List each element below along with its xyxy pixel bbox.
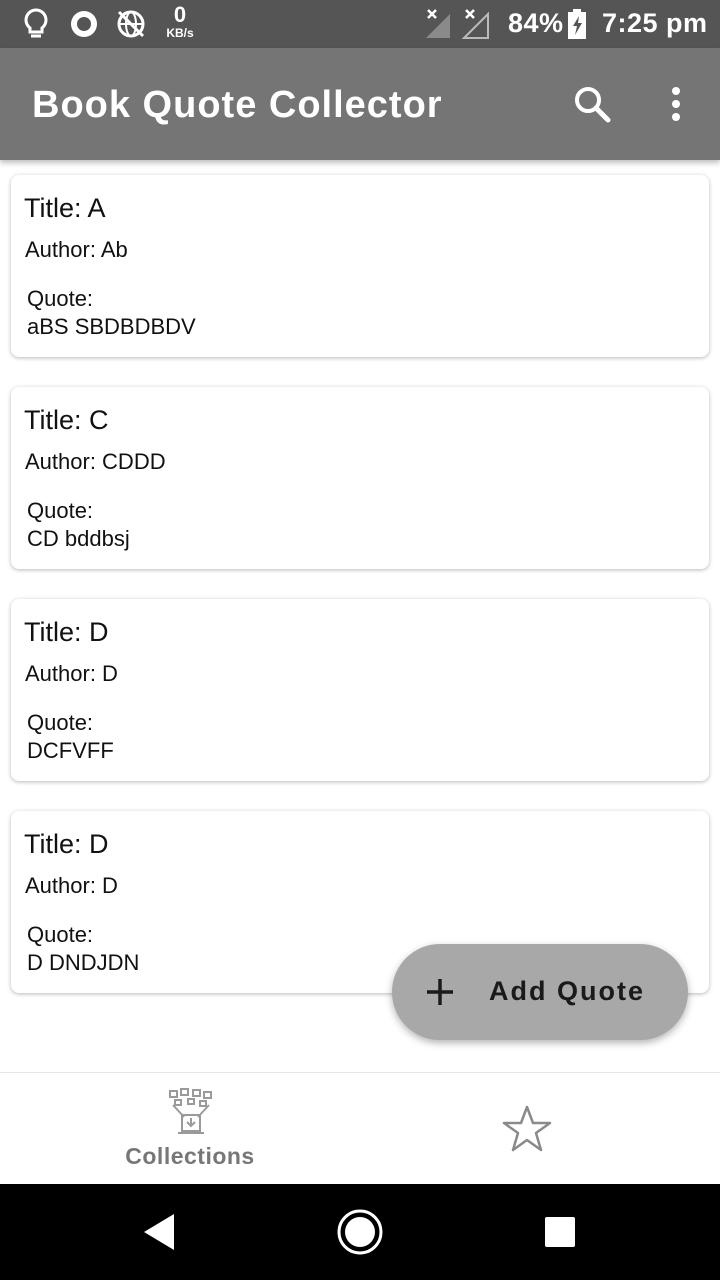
quote-label: Quote: — [27, 286, 94, 311]
back-button[interactable] — [136, 1208, 184, 1256]
speed-value: 0 — [173, 2, 187, 27]
search-icon — [575, 87, 611, 123]
quote-card[interactable]: Title: C Author: CDDD Quote: CD bddbsj — [11, 387, 709, 569]
quote-text: CD bddbsj — [27, 526, 130, 551]
overflow-menu-button[interactable] — [652, 80, 700, 128]
signal-off-icon — [460, 8, 492, 45]
quote-title: Title: C — [24, 405, 109, 435]
network-speed: 0 KB/s — [160, 2, 200, 40]
speed-unit: KB/s — [166, 26, 194, 40]
quote-text: DCFVFF — [27, 738, 114, 763]
status-bar: 0 KB/s 84% 7:25 pm — [0, 0, 720, 48]
quote-label: Quote: — [27, 498, 94, 523]
record-icon — [68, 8, 100, 45]
quote-author: Author: Ab — [25, 237, 128, 262]
app-bar: Book Quote Collector — [0, 48, 720, 160]
quote-text: aBS SBDBDBDV — [27, 314, 196, 339]
quote-card[interactable]: Title: D Author: D Quote: DCFVFF — [11, 599, 709, 781]
home-icon — [337, 1209, 383, 1255]
recents-button[interactable] — [536, 1208, 584, 1256]
lightbulb-icon — [22, 8, 50, 45]
quote-title: Title: D — [24, 617, 109, 647]
bottom-navigation: Collections — [0, 1072, 720, 1184]
quote-label: Quote: — [27, 710, 94, 735]
battery-charging-icon — [566, 8, 588, 45]
more-vert-icon — [672, 87, 680, 121]
plus-icon — [427, 979, 453, 1005]
nav-label-collections: Collections — [125, 1143, 255, 1169]
add-quote-button[interactable]: Add Quote — [392, 944, 688, 1040]
quote-author: Author: CDDD — [25, 449, 166, 474]
collections-icon — [169, 1088, 212, 1134]
signal-off-icon — [422, 8, 454, 45]
globe-icon — [115, 8, 147, 45]
quote-author: Author: D — [25, 873, 118, 898]
clock: 7:25 pm — [602, 8, 708, 38]
home-button[interactable] — [336, 1208, 384, 1256]
quote-title: Title: D — [24, 829, 109, 859]
nav-item-collections[interactable]: Collections — [0, 1073, 360, 1185]
add-quote-label: Add Quote — [489, 976, 645, 1006]
battery-percent: 84% — [508, 8, 564, 38]
quote-card[interactable]: Title: A Author: Ab Quote: aBS SBDBDBDV — [11, 175, 709, 357]
star-icon — [502, 1105, 552, 1152]
quote-author: Author: D — [25, 661, 118, 686]
recents-icon — [545, 1217, 575, 1247]
quote-text: D DNDJDN — [27, 950, 140, 975]
quote-label: Quote: — [27, 922, 94, 947]
app-title: Book Quote Collector — [32, 84, 443, 126]
nav-item-favorites[interactable] — [360, 1073, 720, 1185]
back-icon — [144, 1214, 174, 1250]
quote-list: Title: A Author: Ab Quote: aBS SBDBDBDV … — [0, 160, 720, 1070]
quote-title: Title: A — [24, 193, 106, 223]
system-navigation-bar — [0, 1184, 720, 1280]
search-button[interactable] — [568, 80, 616, 128]
